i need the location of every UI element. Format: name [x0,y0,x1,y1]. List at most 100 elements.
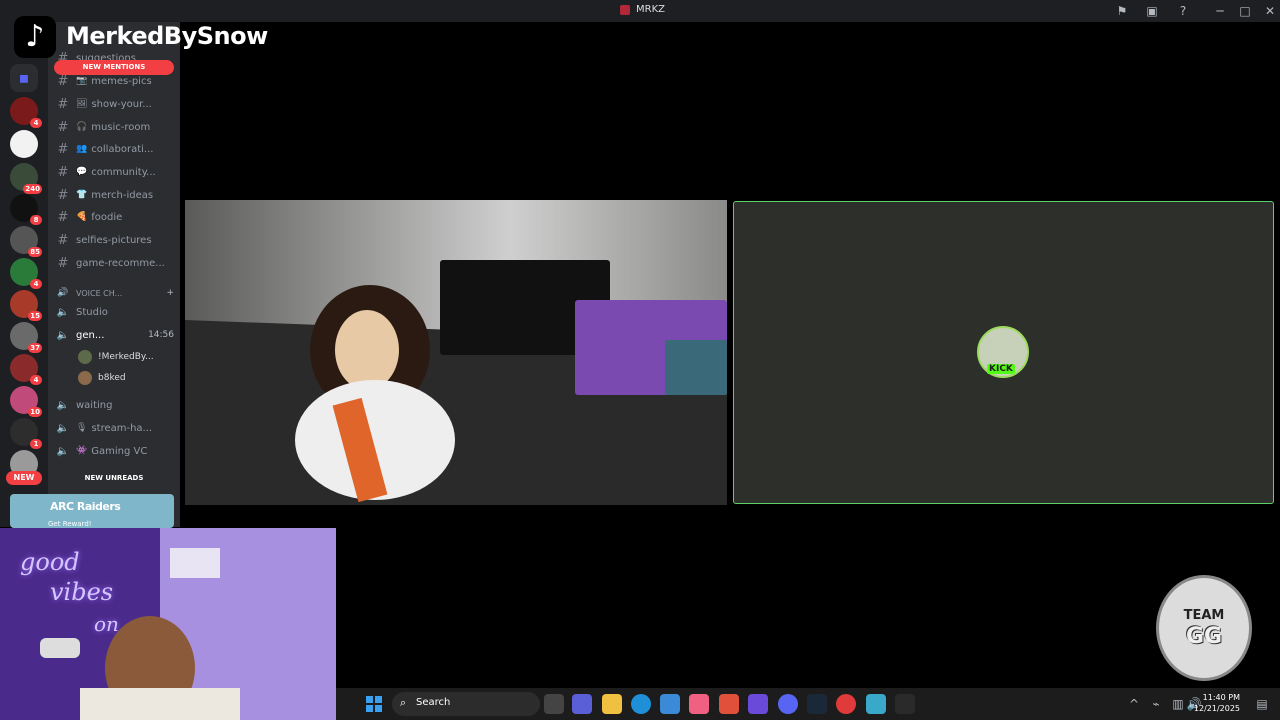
voice-timer: 14:56 [148,330,174,340]
mention-badge: 4 [30,375,42,385]
new-unreads-pill[interactable]: NEW UNREADS [54,471,174,486]
server-icon[interactable]: 8 [10,194,42,225]
help-icon[interactable]: ? [1175,3,1191,19]
voice-user[interactable]: b8ked [78,369,174,387]
speaker-icon: 🔈 [56,399,70,411]
channel-item[interactable]: # 🎧 music-room [56,117,174,137]
add-channel-icon[interactable]: + [166,288,174,298]
caller-avatar: KICK [977,326,1029,378]
server-icon[interactable]: 4 [10,97,42,128]
channel-item[interactable]: # 🖼 show-your... [56,94,174,114]
new-mentions-pill[interactable]: NEW MENTIONS [54,60,174,75]
windows-taskbar: ⌕ Search ^ ⌁ ▥ 🔊 11:40 PM 12/21/2025 ▤ [336,688,1280,720]
channel-item[interactable]: # 👕 merch-ideas [56,185,174,205]
notepad-icon[interactable] [866,694,886,714]
server-icon[interactable]: 4 [10,354,42,385]
app-icon [620,5,630,15]
hash-icon: # [57,96,69,112]
channel-item[interactable]: # game-recomme... [56,253,174,273]
speaker-icon: 🔈 [56,306,70,318]
flag-icon[interactable]: ⚑ [1114,3,1130,19]
webcam-overlay: good vibes on [0,528,336,720]
avatar [78,371,92,385]
teams-icon[interactable] [572,694,592,714]
wifi-icon[interactable]: ▥ [1170,696,1186,712]
chevron-up-icon[interactable]: ^ [1126,696,1142,712]
store-icon[interactable] [660,694,680,714]
app-icon[interactable] [748,694,768,714]
window-titlebar: MRKZ ⚑ ▣ ? ─ □ ✕ [0,0,1280,22]
speaker-icon: 🔈 [56,445,70,457]
clock-date: 12/21/2025 [1193,704,1240,713]
voice-channel-item[interactable]: 🔈 👾 Gaming VC [56,441,174,461]
direct-messages-icon[interactable]: ◼ [10,64,38,92]
screen-share-icon[interactable]: ▣ [1144,3,1160,19]
team-badge-main: GG [1185,624,1223,649]
promo-cta[interactable]: Get Reward! [48,520,92,528]
video-stream-tile[interactable] [185,200,727,505]
speaker-icon: 🔊 [57,288,69,298]
minimize-icon[interactable]: ─ [1212,3,1228,19]
channel-item[interactable]: # 👥 collaborati... [56,139,174,159]
network-icon[interactable]: ⌁ [1148,696,1164,712]
clock-time: 11:40 PM [1202,693,1240,702]
mention-badge: 240 [23,184,42,194]
edge-icon[interactable] [631,694,651,714]
hash-icon: # [57,187,69,203]
discord-icon[interactable] [778,694,798,714]
hash-icon: # [57,73,69,89]
app-icon[interactable] [689,694,709,714]
file-explorer-icon[interactable] [602,694,622,714]
server-icon[interactable]: 1 [10,418,42,449]
channel-item[interactable]: # selfies-pictures [56,230,174,250]
hash-icon: # [57,119,69,135]
mention-badge: 37 [28,343,42,353]
channel-item[interactable]: # 💬 community... [56,162,174,182]
hash-icon: # [57,209,69,225]
hash-icon: # [57,164,69,180]
server-icon[interactable]: 37 [10,322,42,353]
mention-badge: 1 [30,439,42,449]
server-icon[interactable]: 85 [10,226,42,257]
speaker-icon: 🔈 [56,422,70,434]
mention-badge: 8 [30,215,42,225]
maximize-icon[interactable]: □ [1237,3,1253,19]
notification-icon[interactable]: ▤ [1254,696,1270,712]
close-icon[interactable]: ✕ [1262,3,1278,19]
server-icon[interactable]: 10 [10,386,42,417]
search-icon: ⌕ [400,696,407,709]
copilot-icon[interactable] [719,694,739,714]
new-servers-pill[interactable]: NEW [6,471,42,485]
voice-category-header[interactable]: 🔊 VOICE CH... + [56,283,174,303]
neon-sign-text: vibes [50,578,114,606]
server-icon[interactable]: 240 [10,163,42,194]
neon-sign-text: good [20,548,80,576]
steam-icon[interactable] [807,694,827,714]
voice-channel-item[interactable]: 🔈 🎙 stream-ha... [56,418,174,438]
task-view-icon[interactable] [544,694,564,714]
mention-badge: 4 [30,118,42,128]
tiktok-logo-icon: ♪ [14,16,56,58]
promo-banner[interactable]: ARC Raiders Get Reward! [10,494,174,528]
mention-badge: 4 [30,279,42,289]
channel-item[interactable]: # 🍕 foodie [56,207,174,227]
voice-user-tile[interactable]: KICK [733,201,1274,504]
voice-channel-item-active[interactable]: 🔈 gen... 14:56 [56,325,174,345]
system-clock[interactable]: 11:40 PM 12/21/2025 [1194,692,1240,714]
kick-tag: KICK [987,364,1015,374]
start-button[interactable] [366,696,382,712]
server-icon[interactable]: 4 [10,258,42,289]
voice-user[interactable]: !MerkedBy... [78,348,174,366]
taskbar-search[interactable]: ⌕ Search [392,692,540,716]
app-icon[interactable] [895,694,915,714]
hash-icon: # [57,141,69,157]
server-icon[interactable]: 15 [10,290,42,321]
server-icon[interactable] [10,130,38,158]
stream-video-frame [185,200,727,505]
neon-sign-text: on [94,612,119,636]
app-icon[interactable] [836,694,856,714]
streamer-name: MerkedBySnow [66,22,268,50]
voice-channel-item[interactable]: 🔈 Studio [56,302,174,322]
speaker-icon: 🔈 [56,329,70,341]
voice-channel-item[interactable]: 🔈 waiting [56,395,174,415]
